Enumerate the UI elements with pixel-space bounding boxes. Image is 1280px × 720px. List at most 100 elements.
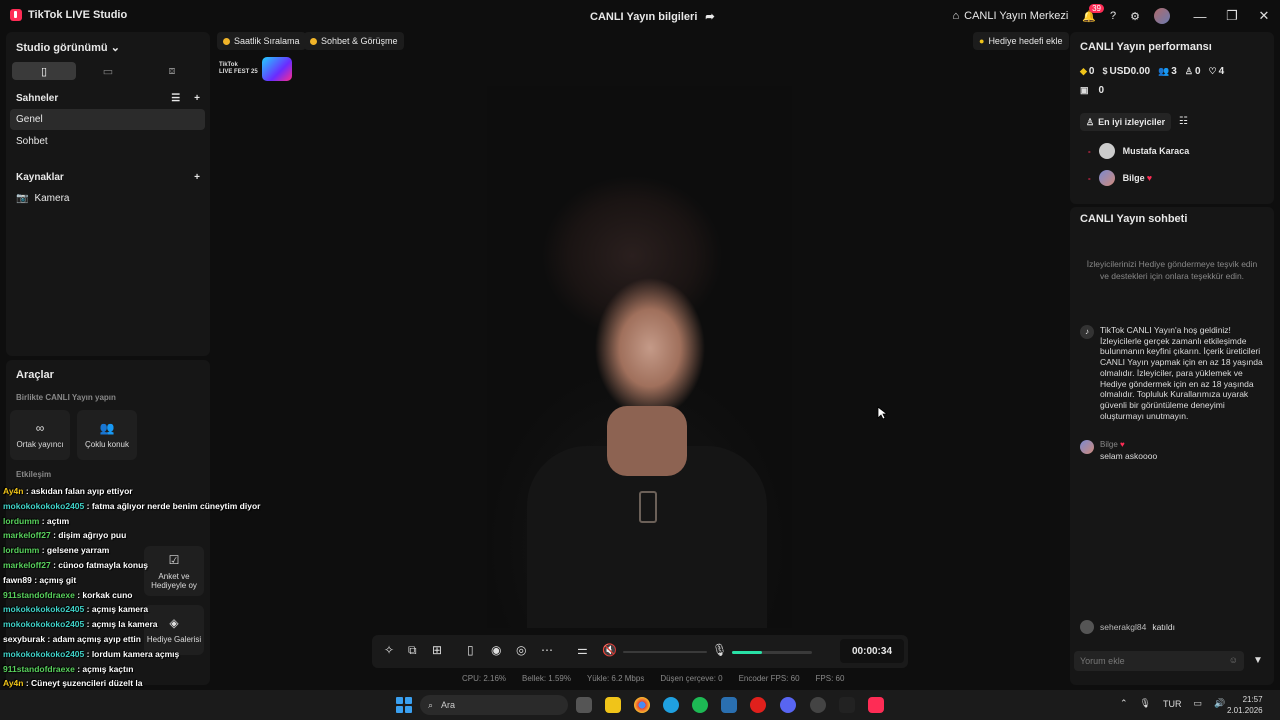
edge-icon[interactable] bbox=[663, 697, 679, 713]
engagement-label: Etkileşim bbox=[16, 470, 52, 479]
source-item-camera[interactable]: 📷 Kamera bbox=[10, 188, 205, 209]
app-title: TikTok LIVE Studio bbox=[10, 9, 127, 21]
overlay-chat-line: mokokokokoko2405 : lordum kamera açmış bbox=[3, 647, 263, 662]
overlay-chat-text: : açmış kaçtın bbox=[74, 663, 134, 674]
followers-stat: ♙ 0 bbox=[1185, 66, 1201, 77]
profile-avatar[interactable] bbox=[1154, 8, 1170, 24]
help-button[interactable]: ? bbox=[1110, 10, 1116, 22]
scene-label: Genel bbox=[16, 114, 43, 125]
taskbar-search[interactable]: ⌕ Ara bbox=[420, 695, 568, 715]
scenes-header: Sahneler ☰ + bbox=[16, 93, 200, 104]
viewer-name: Bilge bbox=[1122, 173, 1145, 183]
scene-label: Sohbet bbox=[16, 136, 48, 147]
scenes-title: Sahneler bbox=[16, 93, 59, 104]
top-viewers-label: En iyi izleyiciler bbox=[1098, 117, 1166, 127]
studio-view-dropdown[interactable]: Studio görünümü ⌄ bbox=[16, 41, 120, 54]
chat-meeting-chip[interactable]: Sohbet & Görüşme bbox=[304, 32, 404, 50]
hourly-ranking-label: Saatlik Sıralama bbox=[234, 36, 300, 46]
dual-view-tab[interactable]: ⧈ bbox=[140, 62, 204, 80]
overlay-chat-user: markeloff27 bbox=[3, 530, 51, 541]
opera-icon[interactable] bbox=[750, 697, 766, 713]
mouse-cursor-icon bbox=[877, 406, 887, 420]
record-icon[interactable]: ◉ bbox=[491, 643, 501, 657]
stream-stats: CPU: 2.16% Bellek: 1.59% Yükle: 6.2 Mbps… bbox=[462, 674, 844, 683]
microphone-icon[interactable]: 🎙 bbox=[712, 643, 727, 657]
clock[interactable]: 21:57 2.01.2026 bbox=[1227, 694, 1263, 716]
app-icon[interactable] bbox=[839, 697, 855, 713]
network-icon[interactable]: ▭ bbox=[1193, 698, 1202, 709]
chevron-down-icon: ⌄ bbox=[110, 42, 120, 54]
overlay-chat-user: lordumm bbox=[3, 545, 40, 556]
more-icon[interactable]: ⋯ bbox=[541, 643, 553, 657]
magic-wand-icon[interactable]: ✧ bbox=[384, 643, 394, 657]
mute-icon[interactable]: 🔇 bbox=[602, 643, 617, 657]
cohost-button[interactable]: ∞ Ortak yayıncı bbox=[10, 410, 70, 460]
landscape-view-tab[interactable]: ▭ bbox=[76, 62, 140, 80]
chrome-icon[interactable] bbox=[634, 697, 650, 713]
effects-icon[interactable]: ⧉ bbox=[408, 643, 417, 658]
maximize-button[interactable]: ❐ bbox=[1216, 8, 1248, 24]
fps-stat: FPS: 60 bbox=[815, 674, 845, 683]
close-button[interactable]: ✕ bbox=[1248, 8, 1280, 24]
add-source-icon[interactable]: + bbox=[194, 172, 200, 183]
language-indicator[interactable]: TUR bbox=[1163, 699, 1182, 709]
add-scene-icon[interactable]: + bbox=[194, 93, 200, 104]
phone-icon: ▯ bbox=[40, 65, 48, 78]
top-viewers-tab[interactable]: ♙ En iyi izleyiciler bbox=[1080, 113, 1172, 131]
diamond-stat: ◆ 0 bbox=[1080, 66, 1094, 77]
live-info-title[interactable]: CANLI Yayın bilgileri ➦ bbox=[590, 10, 715, 24]
spotify-icon[interactable] bbox=[692, 697, 708, 713]
scene-item-genel[interactable]: Genel bbox=[10, 109, 205, 130]
scene-item-sohbet[interactable]: Sohbet bbox=[10, 131, 205, 152]
target-icon[interactable]: ◎ bbox=[516, 643, 526, 657]
gift-goal-button[interactable]: ● Hediye hedefi ekle bbox=[973, 32, 1069, 50]
overlay-chat-line: lordumm : gelsene yarram bbox=[3, 543, 263, 558]
steam-icon[interactable] bbox=[721, 697, 737, 713]
viewer-row[interactable]: - Mustafa Karaca bbox=[1088, 143, 1189, 159]
list-icon[interactable]: ☷ bbox=[1179, 116, 1188, 127]
joined-text: katıldı bbox=[1152, 622, 1175, 632]
file-explorer-icon[interactable] bbox=[605, 697, 621, 713]
live-center-button[interactable]: ⌂ CANLI Yayın Merkezi bbox=[953, 10, 1069, 22]
phone-preview-icon[interactable]: ▯ bbox=[467, 643, 474, 657]
system-message: ♪ TikTok CANLI Yayın'a hoş geldiniz! İzl… bbox=[1080, 325, 1266, 421]
overlay-chat-user: mokokokokoko2405 bbox=[3, 500, 85, 511]
emoji-icon[interactable]: ☺ bbox=[1229, 655, 1238, 665]
multi-guest-button[interactable]: 👥 Çoklu konuk bbox=[77, 410, 137, 460]
comment-input[interactable]: Yorum ekle ☺ bbox=[1074, 651, 1244, 671]
settings-button[interactable]: ⚙ bbox=[1130, 10, 1140, 23]
likes-stat: ♡ 4 bbox=[1209, 66, 1225, 77]
portrait-view-tab[interactable]: ▯ bbox=[12, 62, 76, 80]
diamond-value: 0 bbox=[1088, 66, 1095, 77]
overlay-chat-line: markeloff27 : dişim ağrıyo puu bbox=[3, 528, 263, 543]
discord-icon[interactable] bbox=[780, 697, 796, 713]
minimize-button[interactable]: — bbox=[1184, 9, 1216, 24]
tiktok-live-studio-icon[interactable] bbox=[868, 697, 884, 713]
clock-date: 2.01.2026 bbox=[1227, 706, 1263, 715]
rank-marker: - bbox=[1088, 173, 1091, 183]
task-view-icon[interactable] bbox=[576, 697, 592, 713]
chevron-up-icon[interactable]: ⌃ bbox=[1120, 698, 1128, 709]
share-icon[interactable]: ➦ bbox=[705, 10, 714, 23]
link-icon: ∞ bbox=[35, 421, 45, 435]
filter-icon[interactable]: ▼ bbox=[1253, 655, 1263, 666]
home-icon: ⌂ bbox=[952, 10, 960, 22]
overlay-chat-text: : adam açmış ayıp ettin bbox=[45, 633, 141, 644]
layout-icon[interactable]: ⊞ bbox=[432, 643, 442, 657]
notifications-button[interactable]: 🔔 39 bbox=[1082, 3, 1104, 23]
heart-icon: ♥ bbox=[1146, 173, 1153, 183]
windows-start-icon[interactable] bbox=[396, 697, 412, 713]
viewer-row[interactable]: - Bilge ♥ bbox=[1088, 170, 1152, 186]
list-icon[interactable]: ☰ bbox=[171, 93, 180, 104]
microphone-icon[interactable]: 🎙 bbox=[1140, 698, 1151, 709]
hourly-ranking-chip[interactable]: Saatlik Sıralama bbox=[217, 32, 306, 50]
help-icon: ? bbox=[1110, 10, 1117, 22]
overlay-chat-line: Ay4n : Cüneyt şuzencileri düzelt la bbox=[3, 676, 263, 691]
performance-panel: CANLI Yayın performansı ◆ 0 $ USD0.00 👥 3 ♙… bbox=[1070, 32, 1274, 204]
speaker-icon[interactable]: 🔊 bbox=[1214, 698, 1225, 709]
volume-slider[interactable] bbox=[623, 651, 707, 653]
sliders-icon[interactable]: ⚌ bbox=[577, 643, 588, 657]
overlay-chat-text: : açmış kamera bbox=[84, 604, 149, 615]
overlay-chat-line: Ay4n : askıdan falan ayıp ettiyor bbox=[3, 484, 263, 499]
app-icon[interactable] bbox=[810, 697, 826, 713]
